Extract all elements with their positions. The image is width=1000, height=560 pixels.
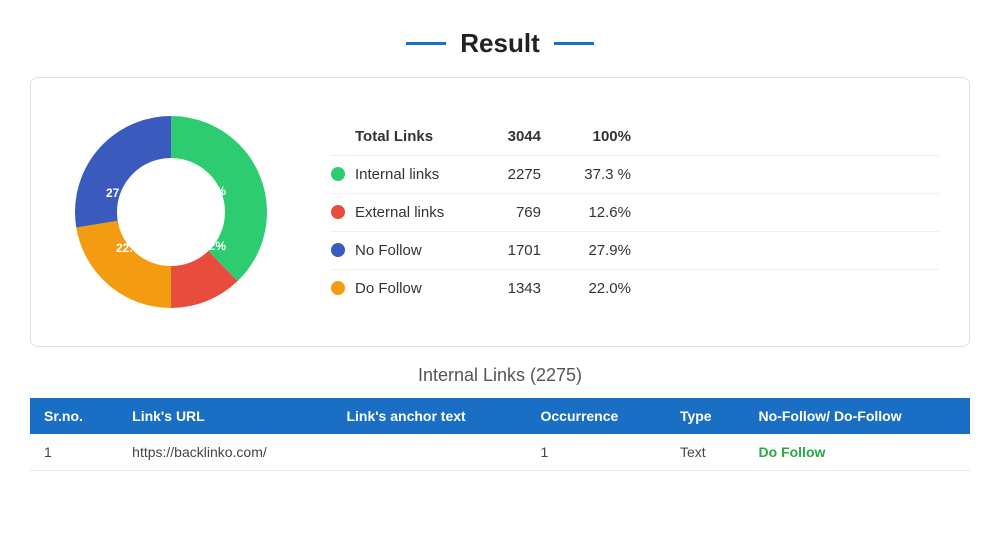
- stats-percent-nofollow: 27.9%: [561, 242, 631, 259]
- follow-badge: Do Follow: [759, 444, 826, 460]
- legend-dot-nofollow: [331, 243, 345, 257]
- stats-count-dofollow: 1343: [481, 280, 561, 297]
- page-title: Result: [460, 28, 539, 59]
- donut-label-external: 12.2%: [192, 239, 226, 253]
- total-percent: 100%: [561, 128, 631, 145]
- table-cell-3: 1: [526, 434, 665, 471]
- stats-percent-external: 12.6%: [561, 204, 631, 221]
- total-count: 3044: [481, 128, 561, 145]
- total-label: Total Links: [331, 128, 481, 145]
- table-cell-2: [332, 434, 526, 471]
- stats-label-nofollow: No Follow: [331, 242, 481, 259]
- page-title-section: Result: [0, 0, 1000, 77]
- table-body: 1https://backlinko.com/1TextDo Follow: [30, 434, 970, 471]
- table-cell-5: Do Follow: [745, 434, 970, 471]
- stats-percent-internal: 37.3 %: [561, 166, 631, 183]
- table-row: 1https://backlinko.com/1TextDo Follow: [30, 434, 970, 471]
- data-table: Sr.no.Link's URLLink's anchor textOccurr…: [30, 398, 970, 471]
- table-header-cell: Link's URL: [118, 398, 332, 434]
- title-line-right: [554, 42, 594, 45]
- stats-count-nofollow: 1701: [481, 242, 561, 259]
- stats-area: Total Links 3044 100% Internal links 227…: [331, 118, 939, 307]
- internal-links-title: Internal Links (2275): [0, 365, 1000, 386]
- table-cell-4: Text: [666, 434, 745, 471]
- stats-count-external: 769: [481, 204, 561, 221]
- stats-row-total: Total Links 3044 100%: [331, 118, 939, 156]
- table-header-cell: Link's anchor text: [332, 398, 526, 434]
- stats-count-internal: 2275: [481, 166, 561, 183]
- table-header-row: Sr.no.Link's URLLink's anchor textOccurr…: [30, 398, 970, 434]
- table-header-cell: No-Follow/ Do-Follow: [745, 398, 970, 434]
- stats-row-external: External links 769 12.6%: [331, 194, 939, 232]
- legend-dot-external: [331, 205, 345, 219]
- title-line-left: [406, 42, 446, 45]
- internal-links-label: Internal Links: [418, 365, 525, 385]
- donut-label-dofollow: 22.4%: [116, 241, 150, 255]
- stats-row-internal: Internal links 2275 37.3 %: [331, 156, 939, 194]
- stats-row-dofollow: Do Follow 1343 22.0%: [331, 270, 939, 307]
- stats-label-external: External links: [331, 204, 481, 221]
- stats-percent-dofollow: 22.0%: [561, 280, 631, 297]
- legend-dot-dofollow: [331, 281, 345, 295]
- donut-chart: 37.8% 12.2% 22.4% 27.6%: [61, 102, 281, 322]
- table-cell-1: https://backlinko.com/: [118, 434, 332, 471]
- table-header-cell: Sr.no.: [30, 398, 118, 434]
- donut-label-nofollow: 27.6%: [106, 186, 140, 200]
- table-cell-0: 1: [30, 434, 118, 471]
- result-card: 37.8% 12.2% 22.4% 27.6% Total Links 3044…: [30, 77, 970, 347]
- stats-row-nofollow: No Follow 1701 27.9%: [331, 232, 939, 270]
- stats-label-internal: Internal links: [331, 166, 481, 183]
- internal-links-count: (2275): [530, 365, 582, 385]
- stats-label-dofollow: Do Follow: [331, 280, 481, 297]
- stats-rows: Internal links 2275 37.3 % External link…: [331, 156, 939, 307]
- table-header-cell: Occurrence: [526, 398, 665, 434]
- donut-label-internal: 37.8%: [192, 184, 226, 198]
- legend-dot-internal: [331, 167, 345, 181]
- table-header-cell: Type: [666, 398, 745, 434]
